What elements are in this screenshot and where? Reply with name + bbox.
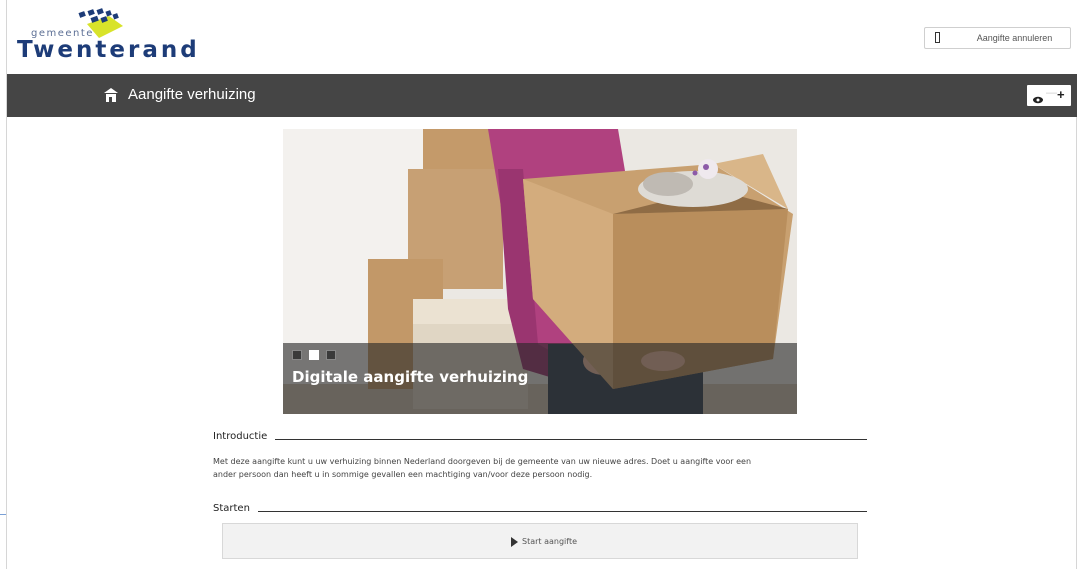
- hero-caption-overlay: Digitale aangifte verhuizing: [283, 343, 797, 414]
- carousel-dot-2[interactable]: [309, 350, 319, 360]
- zoom-out-button[interactable]: —: [1046, 87, 1057, 99]
- carousel-dot-3[interactable]: [326, 350, 336, 360]
- intro-section-header: Introductie: [213, 431, 867, 447]
- municipality-logo[interactable]: gemeente Twenterand: [17, 8, 197, 66]
- hero-caption: Digitale aangifte verhuizing: [292, 368, 529, 386]
- carousel-dot-1[interactable]: [292, 350, 302, 360]
- start-declaration-button[interactable]: Start aangifte: [222, 523, 858, 559]
- start-heading: Starten: [213, 503, 258, 514]
- accessibility-zoom-control[interactable]: — +: [1027, 85, 1071, 106]
- section-divider: [213, 511, 867, 512]
- door-icon: [935, 32, 940, 43]
- intro-heading: Introductie: [213, 431, 276, 442]
- house-icon: [104, 88, 118, 107]
- edge-accent: [0, 514, 6, 515]
- cancel-declaration-button[interactable]: Aangifte annuleren: [924, 27, 1071, 49]
- start-section-header: Starten: [213, 503, 867, 519]
- logo-title: Twenterand: [17, 37, 200, 63]
- zoom-in-button[interactable]: +: [1057, 87, 1065, 102]
- cancel-declaration-label: Aangifte annuleren: [976, 33, 1053, 43]
- hero-carousel[interactable]: Digitale aangifte verhuizing: [283, 129, 797, 414]
- play-icon: [511, 537, 518, 547]
- eye-icon: [1033, 91, 1043, 109]
- intro-text: Met deze aangifte kunt u uw verhuizing b…: [213, 457, 752, 479]
- header: gemeente Twenterand Aangifte annuleren: [7, 0, 1077, 74]
- section-divider: [213, 439, 867, 440]
- page-title: Aangifte verhuizing: [128, 86, 256, 103]
- start-declaration-label: Start aangifte: [522, 537, 577, 546]
- title-bar: Aangifte verhuizing — +: [7, 74, 1077, 117]
